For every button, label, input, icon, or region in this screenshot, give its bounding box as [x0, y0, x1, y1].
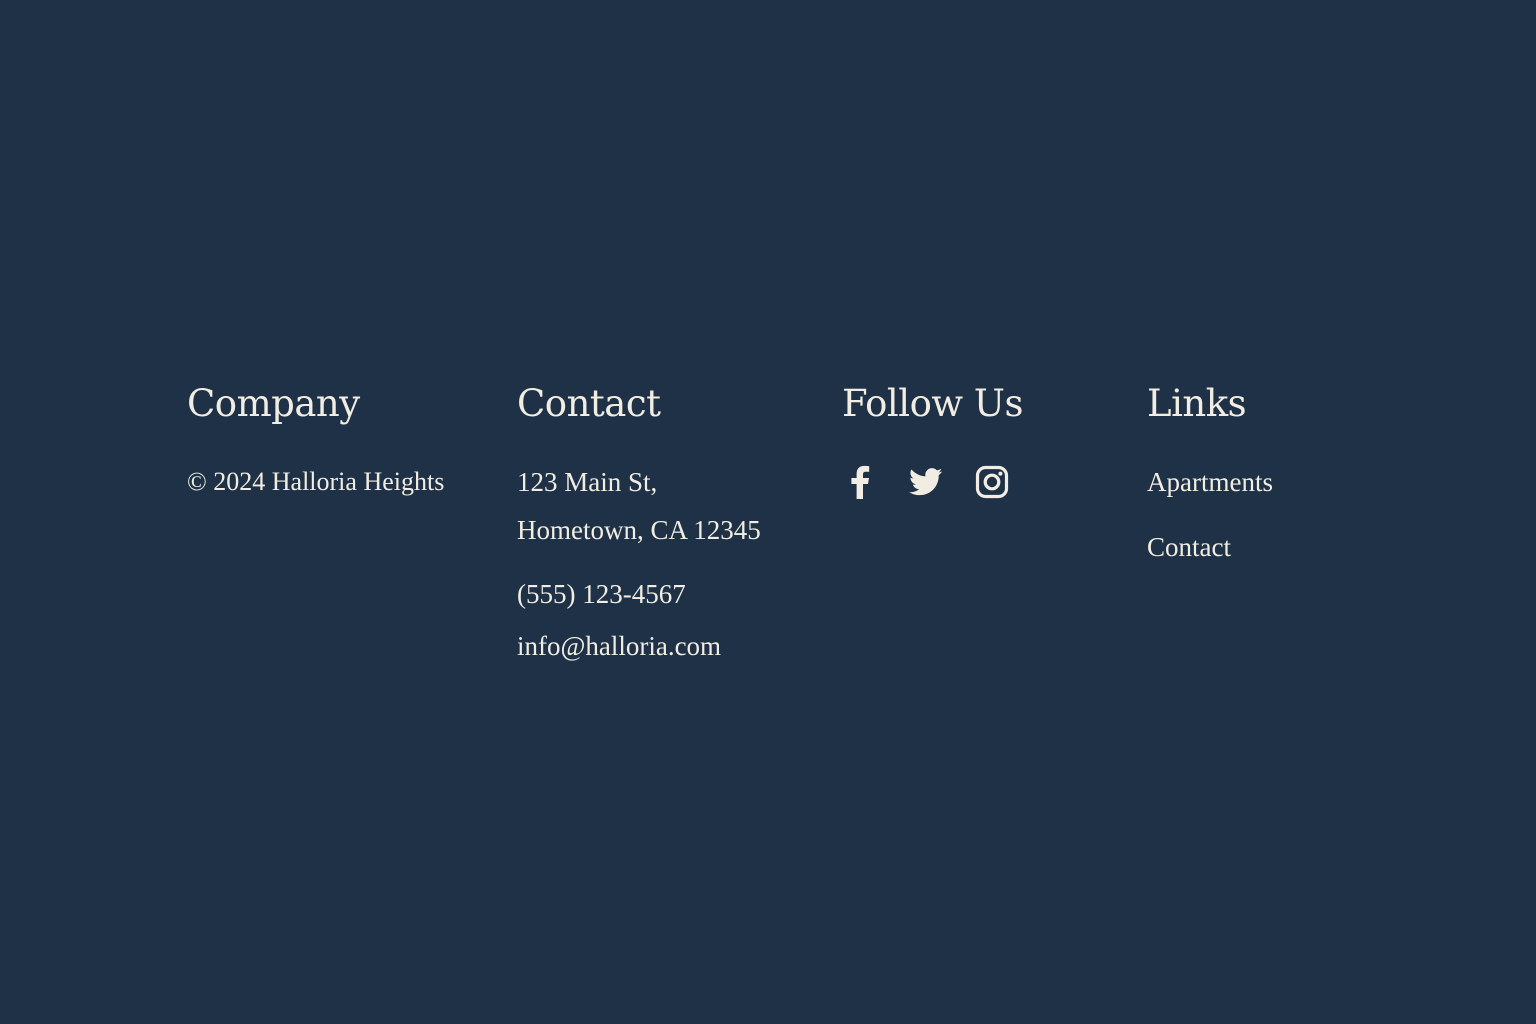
follow-column: Follow Us	[842, 378, 1102, 500]
twitter-icon	[909, 468, 943, 496]
contact-column: Contact 123 Main St, Hometown, CA 12345 …	[517, 378, 827, 670]
address-line-1: 123 Main St,	[517, 467, 658, 497]
facebook-link[interactable]	[842, 464, 878, 500]
copyright-text: © 2024 Halloria Heights	[187, 467, 445, 496]
instagram-icon	[975, 465, 1009, 499]
contact-email: info@halloria.com	[517, 631, 722, 661]
contact-heading: Contact	[517, 382, 661, 425]
facebook-icon	[851, 465, 870, 499]
social-links	[842, 464, 1102, 500]
links-heading: Links	[1147, 382, 1247, 425]
link-apartments[interactable]: Apartments	[1147, 458, 1407, 506]
twitter-link[interactable]	[908, 464, 944, 500]
link-contact[interactable]: Contact	[1147, 523, 1407, 571]
contact-address: 123 Main St, Hometown, CA 12345	[517, 458, 827, 554]
footer-links-nav: Apartments Contact	[1147, 458, 1407, 571]
links-column: Links Apartments Contact	[1147, 378, 1407, 588]
address-line-2: Hometown, CA 12345	[517, 515, 761, 545]
instagram-link[interactable]	[974, 464, 1010, 500]
follow-heading: Follow Us	[842, 382, 1023, 425]
site-footer: Company © 2024 Halloria Heights Contact …	[0, 0, 1536, 1024]
company-heading: Company	[187, 382, 360, 425]
contact-phone: (555) 123-4567	[517, 579, 686, 609]
company-column: Company © 2024 Halloria Heights	[187, 378, 487, 506]
